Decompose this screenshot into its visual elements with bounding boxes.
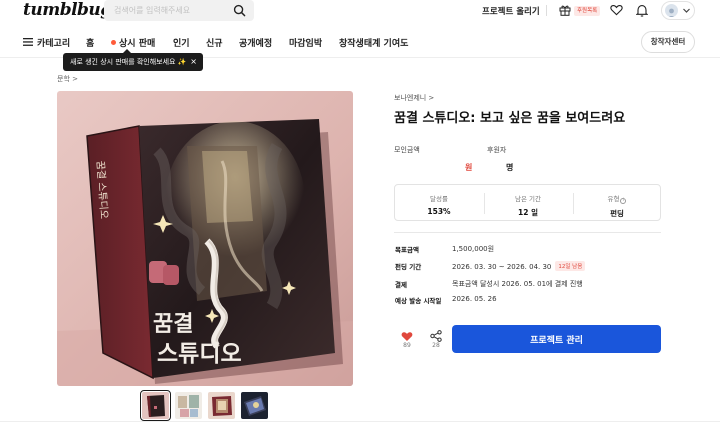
stat-value: 12 일 [518, 208, 538, 217]
project-main-image[interactable]: 꿈결 스튜디오 꿈결 스튜디오 [57, 91, 353, 386]
supporter-badge[interactable]: 후원목록 [574, 6, 601, 16]
share-count: 28 [432, 342, 440, 349]
search-input[interactable] [114, 3, 224, 18]
payment-label: 결제 [395, 281, 407, 289]
shipping-date-value: 2026. 05. 26 [452, 295, 497, 303]
like-count: 89 [403, 342, 411, 349]
stat-value: 153% [427, 207, 451, 216]
top-bar: tumblbug 프로젝트 올리기 후원목록 [0, 0, 720, 22]
stat-label: 달성률 [430, 195, 448, 203]
nav-item-always-on-sale[interactable]: 상시 판매 [111, 36, 155, 49]
stat-value: 펀딩 [610, 209, 624, 218]
divider [394, 232, 661, 233]
backers-label: 후원자 [487, 146, 507, 154]
search-icon[interactable] [233, 4, 246, 17]
cover-title-line1: 꿈결 [153, 311, 193, 337]
info-icon[interactable]: i [620, 198, 627, 204]
goal-label: 목표금액 [395, 246, 419, 254]
stat-label: 남은 기간 [515, 195, 541, 203]
chevron-down-icon [683, 8, 690, 13]
live-dot-icon [111, 40, 116, 45]
breadcrumb[interactable]: 문학 > [57, 74, 78, 84]
funding-period-value: 2026. 03. 30 ~ 2026. 04. 30 [452, 263, 552, 271]
bell-icon[interactable] [636, 4, 648, 17]
stat-type: 유형 i 펀딩 [573, 193, 661, 219]
heart-icon[interactable] [610, 4, 623, 16]
divider [0, 421, 720, 422]
creator-center-button[interactable]: 창작자센터 [641, 31, 695, 53]
payment-value: 목표금액 달성시 2026. 05. 01에 결제 진행 [452, 280, 583, 288]
project-title: 꿈결 스튜디오: 보고 싶은 꿈을 보여드려요 [394, 111, 626, 126]
creator-link[interactable]: 보나엔제니 > [394, 93, 434, 103]
heart-filled-icon [401, 332, 413, 342]
shipping-date-label: 예상 발송 시작일 [395, 297, 442, 305]
launch-project-link[interactable]: 프로젝트 올리기 [482, 5, 540, 17]
tooltip-text: 새로 생긴 상시 판매를 확인해보세요 ✨ [70, 58, 187, 66]
hamburger-menu-icon[interactable] [23, 38, 33, 46]
backers-count-unit: 명 [506, 163, 514, 172]
thumbnail-2[interactable] [175, 392, 202, 419]
gift-icon[interactable] [559, 4, 571, 16]
nav-item-popular[interactable]: 인기 [173, 36, 190, 49]
cover-title-line2: 스튜디오 [157, 340, 242, 367]
stat-achievement: 달성률 153% [395, 193, 483, 216]
avatar [665, 4, 678, 17]
nav-item-ecosystem[interactable]: 창작생태계 기여도 [339, 36, 408, 49]
nav-item-home[interactable]: 홈 [86, 36, 94, 49]
search-bar[interactable] [104, 0, 254, 21]
share-icon [430, 330, 442, 342]
nav-item-upcoming[interactable]: 공개예정 [239, 36, 272, 49]
raised-amount-unit: 원 [465, 163, 473, 172]
raised-amount-label: 모인금액 [394, 146, 420, 154]
goal-value: 1,500,000원 [452, 245, 495, 253]
stat-label: 유형 [607, 195, 620, 203]
nav-item-ending-soon[interactable]: 마감임박 [289, 36, 322, 49]
category-nav: 카테고리 홈 상시 판매 인기 신규 공개예정 마감임박 창작생태계 기여도 [0, 30, 720, 54]
funding-period-label: 펀딩 기간 [395, 263, 422, 271]
new-feature-tooltip: 새로 생긴 상시 판매를 확인해보세요 ✨ × [63, 49, 203, 71]
stat-remaining: 남은 기간 12 일 [484, 193, 572, 218]
profile-menu-button[interactable] [661, 1, 695, 20]
manage-project-button[interactable]: 프로젝트 관리 [452, 325, 661, 353]
nav-item-category[interactable]: 카테고리 [37, 36, 70, 49]
divider [546, 5, 547, 16]
thumbnail-1[interactable] [140, 390, 171, 421]
days-left-badge: 12일 남음 [555, 261, 586, 271]
tumblbug-logo[interactable]: tumblbug [23, 0, 112, 20]
tooltip-close-button[interactable]: × [190, 53, 197, 71]
thumbnail-4[interactable] [241, 392, 268, 419]
funding-period-row: 2026. 03. 30 ~ 2026. 04. 30 12일 남음 [452, 261, 586, 271]
thumbnail-3[interactable] [208, 392, 235, 419]
nav-item-new[interactable]: 신규 [206, 36, 223, 49]
nav-item-label: 상시 판매 [119, 39, 156, 49]
stats-box: 달성률 153% 남은 기간 12 일 유형 i 펀딩 [394, 184, 661, 221]
